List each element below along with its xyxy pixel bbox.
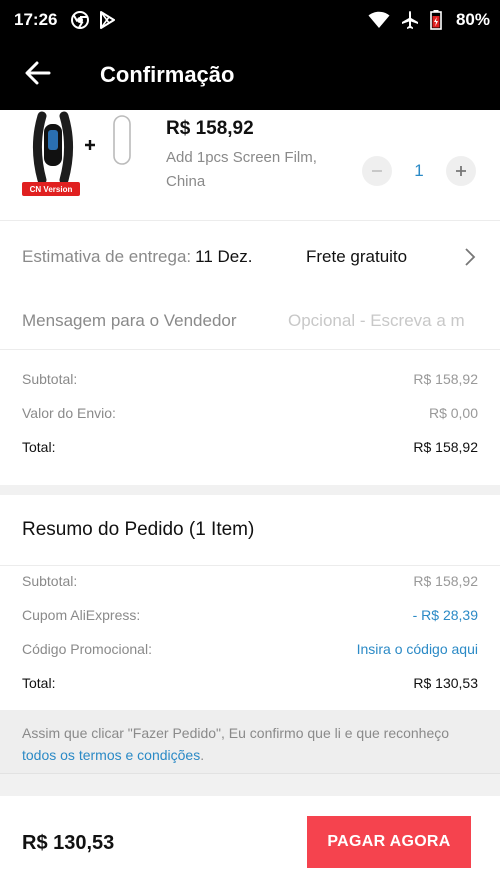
wifi-icon bbox=[368, 11, 390, 29]
status-bar: 17:26 80% bbox=[0, 0, 500, 40]
summary-total-value: R$ 130,53 bbox=[413, 675, 478, 691]
summary-total-label: Total: bbox=[22, 675, 56, 691]
seller-message-row: Mensagem para o Vendedor bbox=[0, 292, 500, 350]
shipping-cost-label: Valor do Envio: bbox=[22, 405, 116, 421]
chevron-right-icon bbox=[464, 247, 476, 272]
promo-code-link[interactable]: Insira o código aqui bbox=[357, 641, 478, 657]
plus-icon bbox=[456, 166, 466, 176]
battery-icon bbox=[430, 10, 442, 30]
delivery-row[interactable]: Estimativa de entrega: 11 Dez. Frete gra… bbox=[0, 220, 500, 292]
airplane-icon bbox=[400, 10, 420, 30]
shipping-cost-row: Valor do Envio: R$ 0,00 bbox=[22, 401, 478, 425]
delivery-date: 11 Dez. bbox=[195, 246, 253, 266]
quantity-value: 1 bbox=[414, 161, 424, 180]
shipping-method: Frete gratuito bbox=[306, 246, 408, 266]
subtotal-label: Subtotal: bbox=[22, 371, 78, 387]
delivery-label: Estimativa de entrega: bbox=[22, 246, 192, 266]
battery-percent: 80% bbox=[455, 10, 490, 29]
summary-subtotal-row: Subtotal: R$ 158,92 bbox=[22, 569, 478, 593]
summary-subtotal-value: R$ 158,92 bbox=[413, 573, 478, 589]
summary-subtotal-label: Subtotal: bbox=[22, 573, 78, 589]
terms-notice: Assim que clicar "Fazer Pedido", Eu conf… bbox=[0, 710, 500, 774]
chrome-icon bbox=[71, 11, 90, 29]
terms-text: Assim que clicar "Fazer Pedido", Eu conf… bbox=[22, 725, 450, 741]
shipping-cost-value: R$ 0,00 bbox=[428, 405, 478, 421]
total-label: Total: bbox=[22, 439, 56, 455]
order-summary-heading: Resumo do Pedido (1 Item) bbox=[22, 519, 255, 540]
total-row: Total: R$ 158,92 bbox=[22, 435, 478, 459]
order-summary: Resumo do Pedido (1 Item) Subtotal: R$ 1… bbox=[0, 495, 500, 710]
product-card: CN Version R$ 158,92 Add 1pcs Screen Fil… bbox=[0, 110, 500, 220]
coupon-row[interactable]: Cupom AliExpress: - R$ 28,39 bbox=[22, 603, 478, 627]
checkout-screen: 17:26 80% Confirmação CN Version R$ 158,… bbox=[0, 0, 500, 890]
coupon-label: Cupom AliExpress: bbox=[22, 607, 141, 623]
back-arrow-icon bbox=[25, 61, 51, 90]
subtotal-value: R$ 158,92 bbox=[413, 371, 478, 387]
promo-code-label: Código Promocional: bbox=[22, 641, 152, 657]
summary-total-row: Total: R$ 130,53 bbox=[22, 671, 478, 695]
checkout-bottom-bar: R$ 130,53 PAGAR AGORA bbox=[0, 796, 500, 890]
terms-end: . bbox=[200, 747, 205, 763]
quantity-stepper: 1 bbox=[362, 156, 476, 186]
coupon-value[interactable]: - R$ 28,39 bbox=[413, 607, 478, 623]
back-button[interactable] bbox=[8, 40, 68, 110]
product-price: R$ 158,92 bbox=[166, 118, 254, 139]
cn-version-badge: CN Version bbox=[22, 182, 80, 196]
divider bbox=[0, 565, 500, 566]
seller-message-label: Mensagem para o Vendedor bbox=[22, 310, 237, 330]
product-variant: Add 1pcs Screen Film, China bbox=[166, 149, 317, 190]
promo-code-row[interactable]: Código Promocional: Insira o código aqui bbox=[22, 637, 478, 661]
page-title: Confirmação bbox=[100, 62, 235, 87]
pay-now-button[interactable]: PAGAR AGORA bbox=[307, 816, 471, 868]
increase-quantity-button[interactable] bbox=[446, 156, 476, 186]
minus-icon bbox=[372, 170, 382, 172]
status-time: 17:26 bbox=[14, 10, 58, 29]
app-bar: Confirmação bbox=[0, 40, 500, 110]
total-value: R$ 158,92 bbox=[413, 439, 478, 455]
seller-message-input[interactable] bbox=[288, 306, 488, 336]
terms-link[interactable]: todos os termos e condições bbox=[22, 747, 200, 763]
order-totals: Subtotal: R$ 158,92 Valor do Envio: R$ 0… bbox=[0, 350, 500, 485]
play-store-icon bbox=[99, 11, 116, 29]
grand-total: R$ 130,53 bbox=[22, 832, 115, 854]
subtotal-row: Subtotal: R$ 158,92 bbox=[22, 367, 478, 391]
decrease-quantity-button[interactable] bbox=[362, 156, 392, 186]
